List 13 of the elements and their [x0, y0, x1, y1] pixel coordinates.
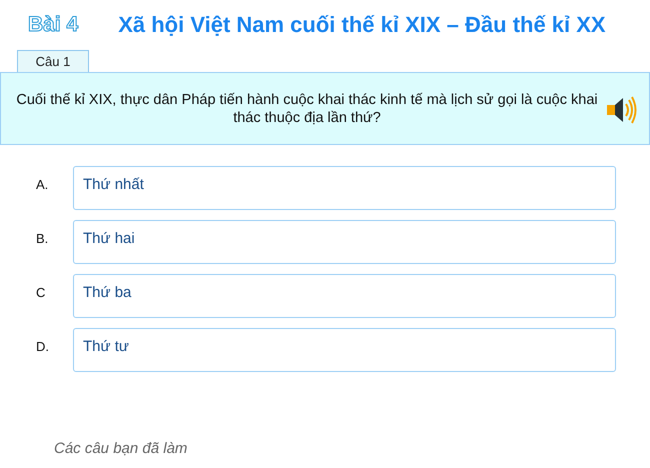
answered-questions-label: Các câu bạn đã làm	[54, 440, 188, 457]
answer-option[interactable]: Thứ ba	[73, 274, 616, 318]
answer-letter: D.	[35, 338, 50, 354]
answer-option[interactable]: Thứ tư	[73, 328, 616, 372]
answer-option[interactable]: Thứ nhất	[73, 166, 616, 210]
question-text: Cuối thế kỉ XIX, thực dân Pháp tiến hành cuộc khai thác kinh tế mà lịch sử gọi là cuộc khai thác thuộc địa lần thứ?	[15, 90, 599, 126]
lesson-title: Xã hội Việt Nam cuối thế kỉ XIX – Đầu thế kỉ XX	[118, 12, 606, 38]
answer-letter: C	[35, 284, 46, 300]
answer-letter: A.	[35, 176, 50, 192]
speaker-icon[interactable]	[607, 95, 637, 125]
answer-option[interactable]: Thứ hai	[73, 220, 616, 264]
answer-letter: B.	[35, 230, 50, 246]
lesson-number: Bài 4	[28, 13, 78, 37]
